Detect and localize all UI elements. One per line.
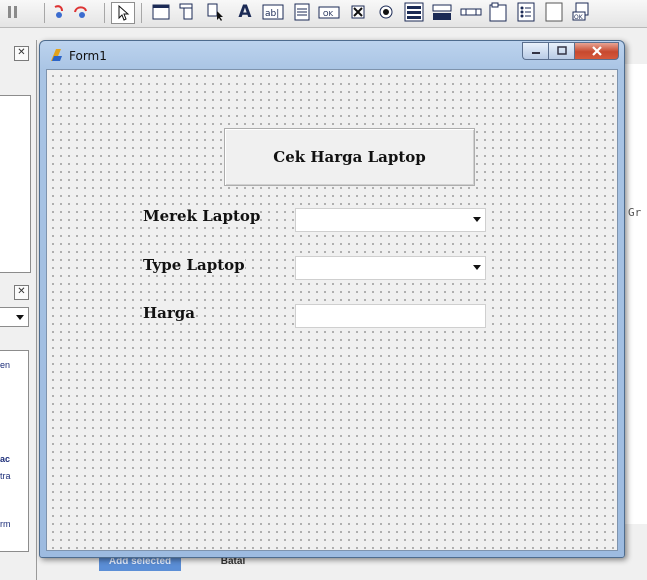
label-icon[interactable]: A [235, 2, 255, 22]
listbox-icon[interactable] [404, 2, 424, 22]
button-icon[interactable]: OK [318, 2, 340, 22]
object-selector[interactable] [0, 307, 29, 327]
code-editor-strip [622, 64, 647, 524]
groupbox-icon[interactable] [488, 2, 508, 22]
chevron-down-icon[interactable] [473, 265, 481, 270]
close-icon[interactable]: ✕ [14, 46, 29, 61]
title-bar[interactable]: Form1 [40, 41, 624, 69]
main-menu-icon[interactable] [178, 2, 198, 22]
close-icon[interactable]: ✕ [14, 285, 29, 300]
window-title: Form1 [69, 49, 107, 63]
side-label: en [0, 360, 11, 370]
form-designer-surface[interactable]: Cek Harga Laptop Merek Laptop Type Lapto… [46, 69, 618, 551]
side-label: tra [0, 471, 11, 481]
close-icon [591, 46, 602, 56]
step-into-icon[interactable] [49, 2, 69, 22]
type-label: Type Laptop [143, 256, 245, 274]
merek-combobox[interactable] [295, 208, 486, 232]
harga-edit[interactable] [295, 304, 486, 328]
step-over-icon[interactable] [71, 2, 91, 22]
svg-text:OK: OK [574, 14, 584, 21]
svg-text:OK: OK [323, 10, 334, 18]
merek-label: Merek Laptop [143, 207, 261, 225]
code-editor-text: Gr [628, 206, 642, 219]
radiobutton-icon[interactable] [376, 2, 396, 22]
object-inspector-pane: ✕ ✕ en ac tra rm [0, 40, 37, 580]
scrollbar-icon[interactable] [460, 2, 482, 22]
edit-icon[interactable]: ab| [262, 2, 284, 22]
form-window[interactable]: Form1 Cek Harga Laptop Merek Laptop Type… [39, 40, 625, 558]
cek-harga-button[interactable]: Cek Harga Laptop [224, 128, 475, 186]
type-combobox[interactable] [295, 256, 486, 280]
chevron-down-icon[interactable] [473, 217, 481, 222]
maximize-button[interactable] [548, 42, 574, 60]
side-label: ac [0, 454, 11, 464]
pointer-icon[interactable] [111, 2, 135, 24]
frame-icon[interactable] [151, 2, 171, 22]
radiogroup-icon[interactable] [516, 2, 536, 22]
panel-icon[interactable] [544, 2, 564, 22]
harga-label: Harga [143, 304, 196, 322]
side-label: rm [0, 519, 11, 529]
svg-text:ab|: ab| [265, 9, 279, 19]
combobox-icon[interactable] [432, 2, 452, 22]
maximize-icon [556, 46, 567, 55]
minimize-icon [531, 52, 540, 54]
checkbox-icon[interactable] [348, 2, 368, 22]
caption-buttons [522, 42, 619, 60]
pause-icon[interactable] [3, 2, 23, 22]
close-button[interactable] [574, 42, 619, 60]
memo-icon[interactable] [292, 2, 312, 22]
app-icon [51, 49, 62, 61]
minimize-button[interactable] [522, 42, 548, 60]
ide-toolbar: A ab| OK OK [0, 0, 647, 28]
popup-menu-icon[interactable] [206, 2, 226, 22]
component-tree[interactable] [0, 95, 31, 273]
actionlist-icon[interactable]: OK [572, 2, 592, 22]
